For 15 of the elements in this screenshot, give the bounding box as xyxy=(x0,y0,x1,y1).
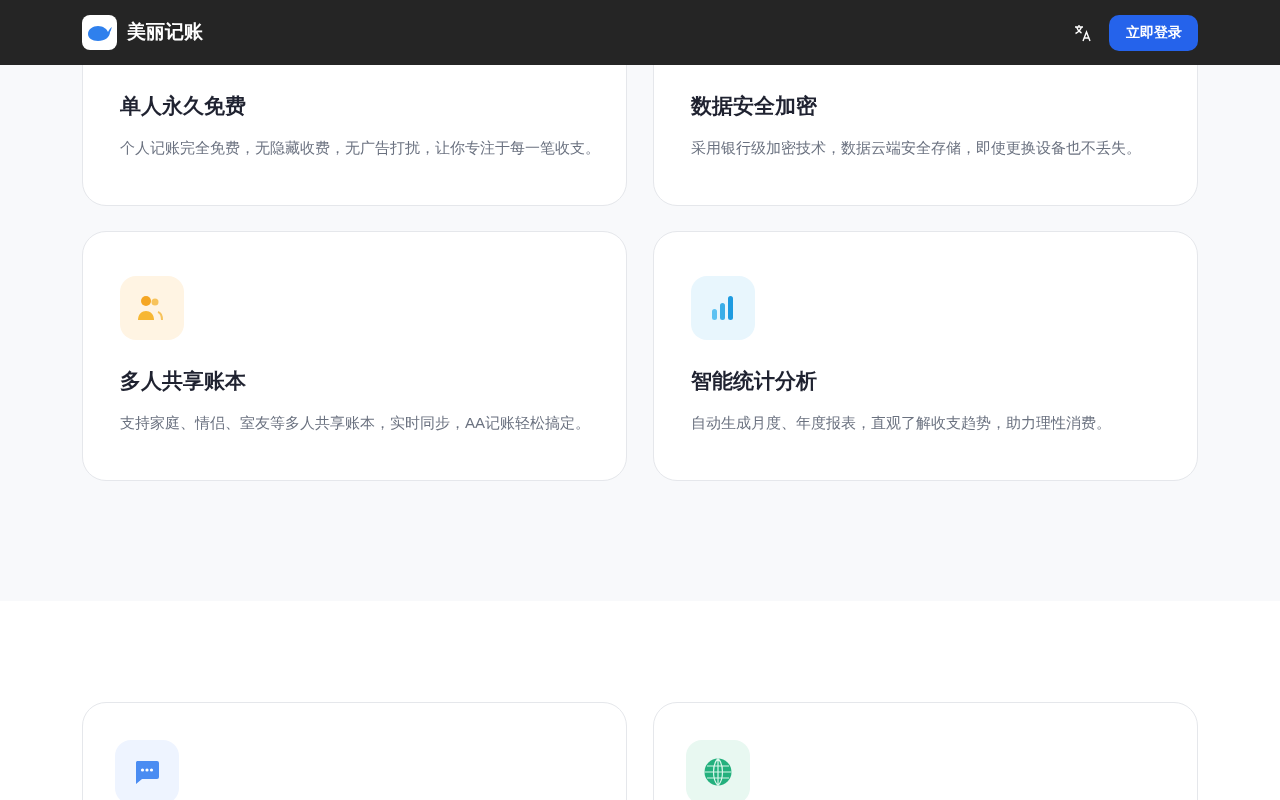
login-button[interactable]: 立即登录 xyxy=(1109,14,1198,51)
card-description: 支持家庭、情侣、室友等多人共享账本，实时同步，AA记账轻松搞定。 xyxy=(120,413,591,433)
translate-icon[interactable] xyxy=(1073,22,1093,43)
card-title: 数据安全加密 xyxy=(691,93,818,119)
card-title: 单人永久免费 xyxy=(120,93,247,119)
card-description: 采用银行级加密技术，数据云端安全存储，即使更换设备也不丢失。 xyxy=(691,138,1142,158)
card-description: 自动生成月度、年度报表，直观了解收支趋势，助力理性消费。 xyxy=(691,413,1112,433)
whale-logo-icon xyxy=(82,15,117,50)
globe-icon xyxy=(704,758,732,786)
app-name: 美丽记账 xyxy=(127,20,203,45)
bar-chart-icon xyxy=(711,295,735,321)
card-title: 多人共享账本 xyxy=(120,368,247,394)
card-title: 智能统计分析 xyxy=(691,368,818,394)
card-description: 个人记账完全免费，无隐藏收费，无广告打扰，让你专注于每一笔收支。 xyxy=(120,138,601,158)
chat-icon xyxy=(134,759,160,785)
